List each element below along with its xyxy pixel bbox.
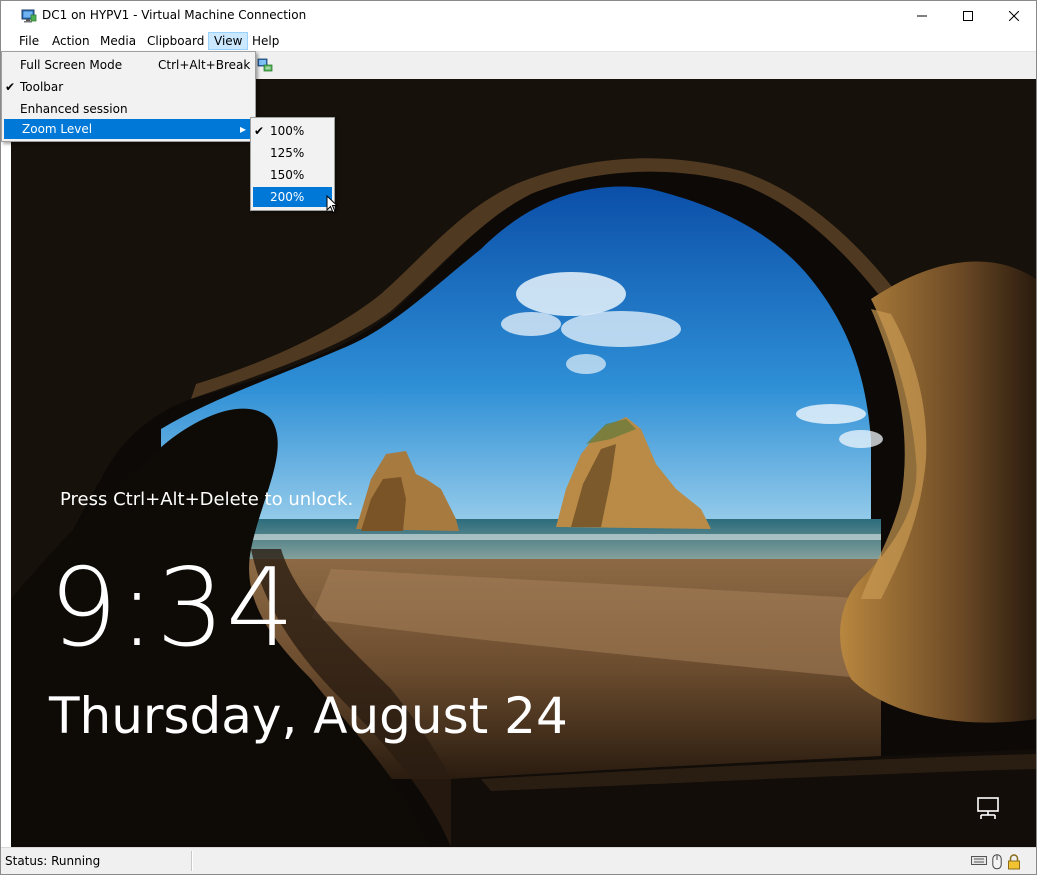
maximize-button[interactable] — [945, 1, 991, 31]
minimize-icon — [917, 15, 927, 17]
check-icon: ✔ — [4, 80, 16, 94]
menu-item-label: 125% — [270, 146, 305, 160]
status-divider — [191, 851, 193, 871]
mouse-cursor-icon — [326, 195, 338, 214]
view-menu: Full Screen Mode Ctrl+Alt+Break ✔ Toolba… — [1, 51, 256, 142]
menu-bar: File Action Media Clipboard View Help — [1, 31, 1036, 51]
network-adapter-icon[interactable] — [257, 57, 273, 73]
menu-item-label: Full Screen Mode — [20, 58, 123, 72]
menu-item-label: 150% — [270, 168, 305, 182]
window-title: DC1 on HYPV1 - Virtual Machine Connectio… — [42, 8, 307, 22]
vm-connection-window: DC1 on HYPV1 - Virtual Machine Connectio… — [0, 0, 1037, 875]
network-icon[interactable] — [975, 797, 1001, 821]
menu-media[interactable]: Media — [95, 32, 141, 50]
menu-item-zoom-200[interactable]: 200% — [253, 187, 332, 207]
menu-item-label: 200% — [270, 190, 305, 204]
lockscreen-time: 9:34 — [49, 546, 296, 671]
close-icon — [1009, 11, 1019, 21]
submenu-arrow-icon: ▸ — [240, 122, 247, 136]
menu-item-toolbar[interactable]: ✔ Toolbar — [4, 77, 253, 97]
title-bar[interactable]: DC1 on HYPV1 - Virtual Machine Connectio… — [1, 1, 1036, 31]
mouse-icon — [992, 854, 1002, 870]
menu-item-shortcut: Ctrl+Alt+Break — [158, 58, 251, 72]
menu-item-enhanced-session[interactable]: Enhanced session — [4, 99, 253, 119]
menu-item-label: Toolbar — [20, 80, 64, 94]
unlock-hint: Press Ctrl+Alt+Delete to unlock. — [60, 489, 354, 510]
menu-item-label: Zoom Level — [22, 122, 93, 136]
padlock-icon — [1008, 854, 1020, 870]
keyboard-icon — [971, 856, 987, 865]
status-bar: Status: Running — [1, 847, 1036, 874]
zoom-level-menu: ✔ 100% 125% 150% 200% — [250, 117, 335, 211]
menu-action[interactable]: Action — [47, 32, 95, 50]
menu-file[interactable]: File — [14, 32, 44, 50]
menu-view[interactable]: View — [208, 32, 249, 50]
menu-item-zoom-level[interactable]: Zoom Level ▸ — [4, 119, 253, 139]
menu-clipboard[interactable]: Clipboard — [142, 32, 209, 50]
menu-item-label: Enhanced session — [20, 102, 128, 116]
vm-monitor-icon — [21, 9, 37, 23]
menu-item-zoom-100[interactable]: ✔ 100% — [253, 121, 332, 141]
lockscreen-date: Thursday, August 24 — [49, 687, 568, 745]
minimize-button[interactable] — [899, 1, 945, 31]
menu-item-zoom-125[interactable]: 125% — [253, 143, 332, 163]
menu-item-label: 100% — [270, 124, 305, 138]
maximize-icon — [963, 11, 973, 21]
menu-item-full-screen-mode[interactable]: Full Screen Mode Ctrl+Alt+Break — [4, 55, 253, 75]
menu-item-zoom-150[interactable]: 150% — [253, 165, 332, 185]
check-icon: ✔ — [253, 124, 265, 138]
status-text: Status: Running — [5, 854, 101, 868]
close-button[interactable] — [991, 1, 1036, 31]
vm-display[interactable]: Press Ctrl+Alt+Delete to unlock. 9:34 Th… — [11, 79, 1036, 847]
menu-help[interactable]: Help — [247, 32, 284, 50]
